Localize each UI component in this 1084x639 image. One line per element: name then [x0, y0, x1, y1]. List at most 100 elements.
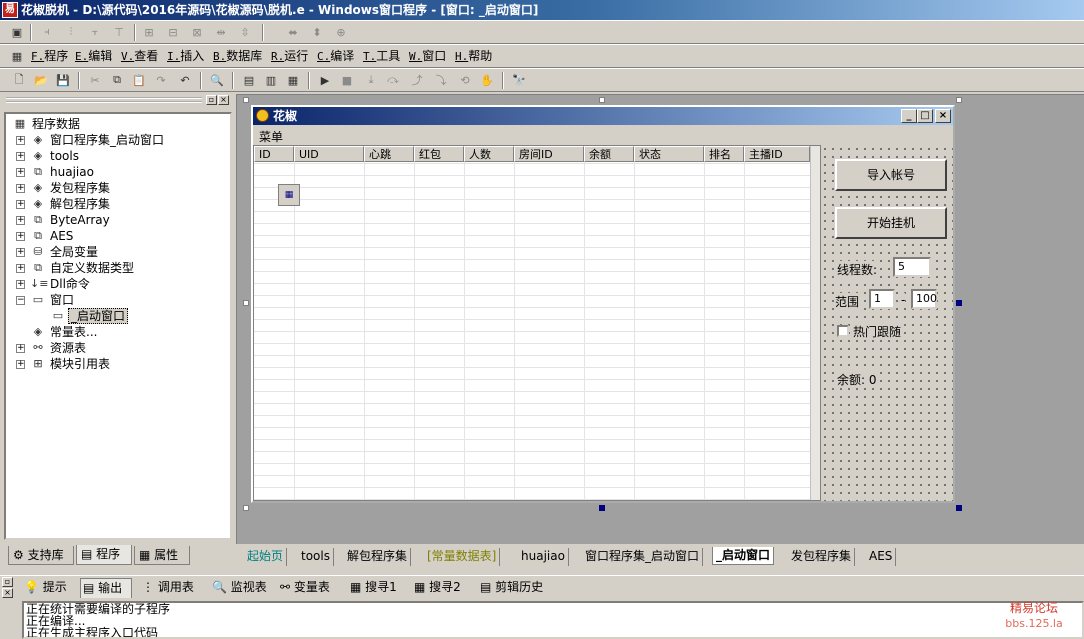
- tab-output[interactable]: ▤ 输出: [80, 578, 132, 598]
- menu-edit[interactable]: E.编辑: [72, 46, 115, 67]
- form-window[interactable]: 花椒 _ □ × 菜单 ID UID 心跳 红包 人数 房间ID 余额 状态 排…: [251, 105, 955, 503]
- follow-hot-checkbox[interactable]: [837, 325, 849, 337]
- import-account-button[interactable]: 导入帐号: [835, 159, 947, 191]
- expand-icon[interactable]: +: [16, 200, 25, 209]
- menu-run[interactable]: R.运行: [268, 46, 311, 67]
- expand-icon[interactable]: +: [16, 344, 25, 353]
- output-close-button[interactable]: ×: [2, 588, 13, 598]
- copy-icon[interactable]: ⧉: [108, 71, 126, 89]
- expand-icon[interactable]: +: [16, 280, 25, 289]
- menu-program[interactable]: F.程序: [28, 46, 71, 67]
- step-out-icon[interactable]: ⤴: [408, 71, 426, 89]
- run-to-cursor-icon[interactable]: ⤵: [432, 71, 450, 89]
- align-top-icon[interactable]: ⊤: [110, 23, 128, 41]
- tab-search2[interactable]: ▦ 搜寻2: [412, 578, 472, 598]
- tab-hint[interactable]: 💡 提示: [22, 578, 78, 598]
- step-into-icon[interactable]: ⤓: [362, 71, 380, 89]
- grid-scrollbar[interactable]: [810, 146, 820, 500]
- tab-start-page[interactable]: 起始页: [244, 548, 288, 566]
- tab-aes[interactable]: AES: [866, 548, 897, 566]
- new-file-icon[interactable]: 🗋: [10, 71, 28, 89]
- resize-handle[interactable]: [599, 505, 605, 511]
- menu-database[interactable]: B.数据库: [210, 46, 265, 67]
- menu-window[interactable]: W.窗口: [406, 46, 449, 67]
- expand-icon[interactable]: +: [16, 168, 25, 177]
- center-v-icon[interactable]: ⬍: [308, 23, 326, 41]
- resize-handle[interactable]: [956, 300, 962, 306]
- same-size-icon[interactable]: ⊠: [188, 23, 206, 41]
- expand-icon[interactable]: +: [16, 264, 25, 273]
- resize-handle[interactable]: [243, 505, 249, 511]
- redo-icon[interactable]: ↷: [152, 71, 170, 89]
- timer-component-icon[interactable]: ▦: [278, 184, 300, 206]
- expand-icon[interactable]: +: [16, 184, 25, 193]
- step-back-icon[interactable]: ⟲: [456, 71, 474, 89]
- expand-icon[interactable]: +: [16, 232, 25, 241]
- stop-icon[interactable]: ■: [338, 71, 356, 89]
- panel-close-button[interactable]: ×: [218, 95, 229, 105]
- output-restore-button[interactable]: ▫: [2, 577, 13, 587]
- tab-search1[interactable]: ▦ 搜寻1: [348, 578, 408, 598]
- tab-tools[interactable]: tools: [298, 548, 334, 566]
- column-header-status[interactable]: 状态: [634, 146, 704, 162]
- expand-icon[interactable]: +: [16, 136, 25, 145]
- panel-restore-button[interactable]: ▫: [206, 95, 217, 105]
- v-spacing-icon[interactable]: ⇳: [236, 23, 254, 41]
- save-icon[interactable]: 💾: [54, 71, 72, 89]
- range-from-input[interactable]: 1: [869, 289, 895, 309]
- align-right-icon[interactable]: ⫟: [86, 23, 104, 41]
- align-center-icon[interactable]: ⫶: [62, 23, 80, 41]
- column-header-heartbeat[interactable]: 心跳: [364, 146, 414, 162]
- tab-call-table[interactable]: ⋮ 调用表: [140, 578, 206, 598]
- expand-icon[interactable]: +: [16, 152, 25, 161]
- window-titlebar[interactable]: 易 花椒脱机 - D:\源代码\2016年源码\花椒源码\脱机.e - Wind…: [0, 0, 1084, 20]
- tab-variable-table[interactable]: ⚯ 变量表: [278, 578, 344, 598]
- column-header-roomid[interactable]: 房间ID: [514, 146, 584, 162]
- window-layout-3-icon[interactable]: ▦: [284, 71, 302, 89]
- column-header-redpacket[interactable]: 红包: [414, 146, 464, 162]
- run-icon[interactable]: ▶: [316, 71, 334, 89]
- panel-grip[interactable]: [6, 97, 202, 103]
- column-header-people[interactable]: 人数: [464, 146, 514, 162]
- find-icon[interactable]: 🔍: [208, 71, 226, 89]
- tab-program[interactable]: ▤ 程序: [76, 545, 132, 565]
- resize-handle[interactable]: [243, 300, 249, 306]
- tab-properties[interactable]: ▦ 属性: [134, 546, 190, 565]
- h-spacing-icon[interactable]: ⇹: [212, 23, 230, 41]
- column-header-id[interactable]: ID: [254, 146, 294, 162]
- collapse-icon[interactable]: −: [16, 296, 25, 305]
- same-width-icon[interactable]: ⊞: [140, 23, 158, 41]
- tab-huajiao[interactable]: huajiao: [518, 548, 569, 566]
- range-to-input[interactable]: 100: [911, 289, 937, 309]
- center-h-icon[interactable]: ⬌: [284, 23, 302, 41]
- menu-help[interactable]: H.帮助: [452, 46, 495, 67]
- program-tree[interactable]: ▦ 程序数据 + ◈ 窗口程序集_启动窗口 + ◈ tools + ⧉ huajiao + ◈…: [4, 112, 232, 540]
- column-header-rank[interactable]: 排名: [704, 146, 744, 162]
- account-grid[interactable]: ID UID 心跳 红包 人数 房间ID 余额 状态 排名 主播ID ▦: [253, 145, 821, 501]
- expand-icon[interactable]: +: [16, 248, 25, 257]
- resize-handle[interactable]: [243, 97, 249, 103]
- resize-handle[interactable]: [956, 97, 962, 103]
- column-header-balance[interactable]: 余额: [584, 146, 634, 162]
- start-hang-button[interactable]: 开始挂机: [835, 207, 947, 239]
- close-button[interactable]: ×: [935, 109, 951, 123]
- align-left-icon[interactable]: ⫞: [38, 23, 56, 41]
- step-over-icon[interactable]: ⤼: [384, 71, 402, 89]
- menu-compile[interactable]: C.编译: [314, 46, 357, 67]
- resize-handle[interactable]: [956, 505, 962, 511]
- tab-clip-history[interactable]: ▤ 剪辑历史: [478, 578, 556, 598]
- tab-constants[interactable]: [常量数据表]: [424, 548, 501, 566]
- binoculars-icon[interactable]: 🔭: [510, 71, 528, 89]
- open-folder-icon[interactable]: 📂: [32, 71, 50, 89]
- expand-icon[interactable]: +: [16, 216, 25, 225]
- menu-tools[interactable]: T.工具: [360, 46, 403, 67]
- window-layout-2-icon[interactable]: ▥: [262, 71, 280, 89]
- menu-view[interactable]: V.查看: [118, 46, 161, 67]
- form-menu[interactable]: 菜单: [259, 128, 283, 145]
- column-header-uid[interactable]: UID: [294, 146, 364, 162]
- form-titlebar[interactable]: 花椒 _ □ ×: [253, 107, 953, 125]
- expand-icon[interactable]: +: [16, 360, 25, 369]
- pause-hand-icon[interactable]: ✋: [478, 71, 496, 89]
- form-grid-icon[interactable]: ▣: [8, 23, 26, 41]
- same-height-icon[interactable]: ⊟: [164, 23, 182, 41]
